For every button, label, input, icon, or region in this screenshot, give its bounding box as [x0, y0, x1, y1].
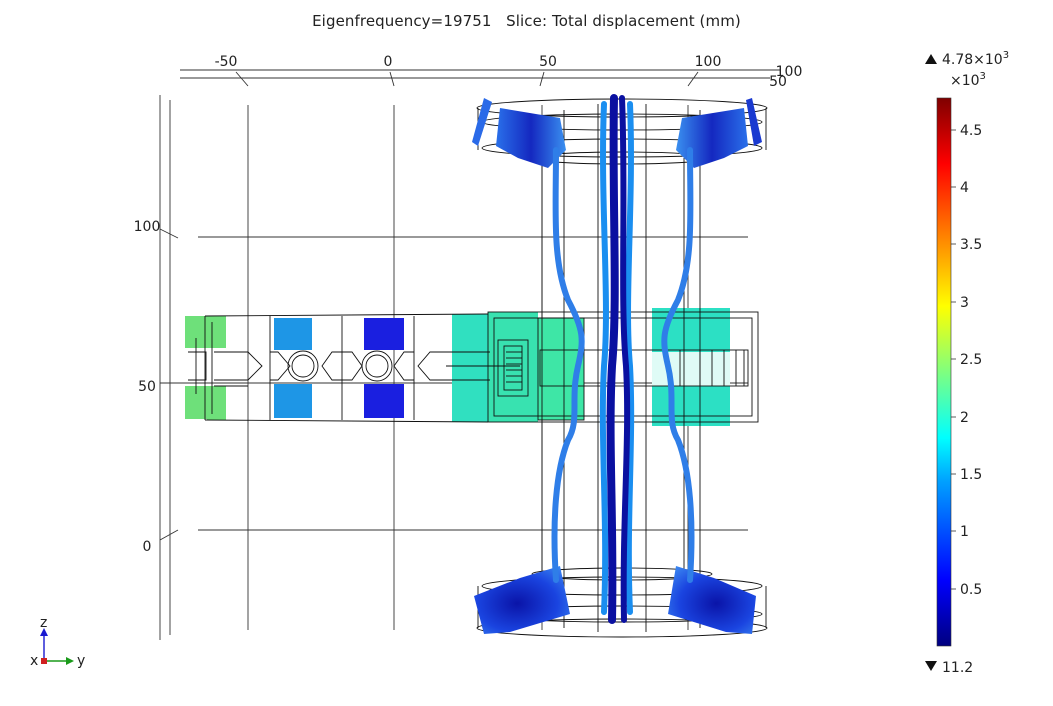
y-end-label: 50 [769, 74, 787, 90]
colorbar-tick: 4 [960, 180, 969, 196]
colorbar-gradient [936, 97, 952, 647]
shaft-slice [274, 384, 312, 418]
colorbar: 4.78×103 ×103 4.5 4 3.5 3 2.5 2 1.5 1 0.… [925, 50, 1009, 676]
colorbar-tick: 2.5 [960, 352, 982, 368]
colorbar-max-label: 4.78×103 [942, 50, 1009, 68]
plot-canvas[interactable]: -50 0 50 100 100 50 100 50 0 z y x 4.78×… [0, 0, 1053, 706]
axis-triad: z y x [30, 615, 85, 669]
colorbar-min-label: 11.2 [942, 660, 973, 676]
colorbar-tick: 2 [960, 410, 969, 426]
shaft-slice [452, 314, 488, 422]
colorbar-multiplier: ×103 [950, 71, 986, 89]
min-marker-icon [925, 661, 937, 671]
triad-z-label: z [40, 615, 47, 631]
y-tick-label: 50 [539, 54, 557, 70]
colorbar-tick: 3 [960, 295, 969, 311]
shaft [185, 308, 730, 426]
triad-x-label: x [30, 653, 38, 669]
z-tick-label: 100 [134, 219, 161, 235]
y-tick-label: 0 [384, 54, 393, 70]
triad-y-label: y [77, 653, 85, 669]
colorbar-tick: 0.5 [960, 582, 982, 598]
rim-tab [472, 98, 492, 146]
colorbar-tick: 4.5 [960, 123, 982, 139]
z-tick-label: 0 [143, 539, 152, 555]
rim-slice [668, 566, 756, 634]
shaft-slice [207, 386, 226, 420]
max-marker-icon [925, 54, 937, 64]
y-tick-label: -50 [215, 54, 238, 70]
rim-slice [676, 108, 748, 168]
hub-slice [488, 312, 538, 422]
colorbar-tick: 1.5 [960, 467, 982, 483]
colorbar-tick: 1 [960, 524, 969, 540]
z-tick-label: 50 [138, 379, 156, 395]
y-tick-label: 100 [695, 54, 722, 70]
y-axis-ticks: -50 0 50 100 100 50 [215, 54, 803, 90]
colorbar-tick: 3.5 [960, 237, 982, 253]
shaft-slice [207, 316, 226, 348]
shaft-slice [364, 318, 404, 350]
z-axis-ticks: 100 50 0 [134, 219, 161, 555]
shaft-slice [364, 384, 404, 418]
shaft-slice [274, 318, 312, 350]
